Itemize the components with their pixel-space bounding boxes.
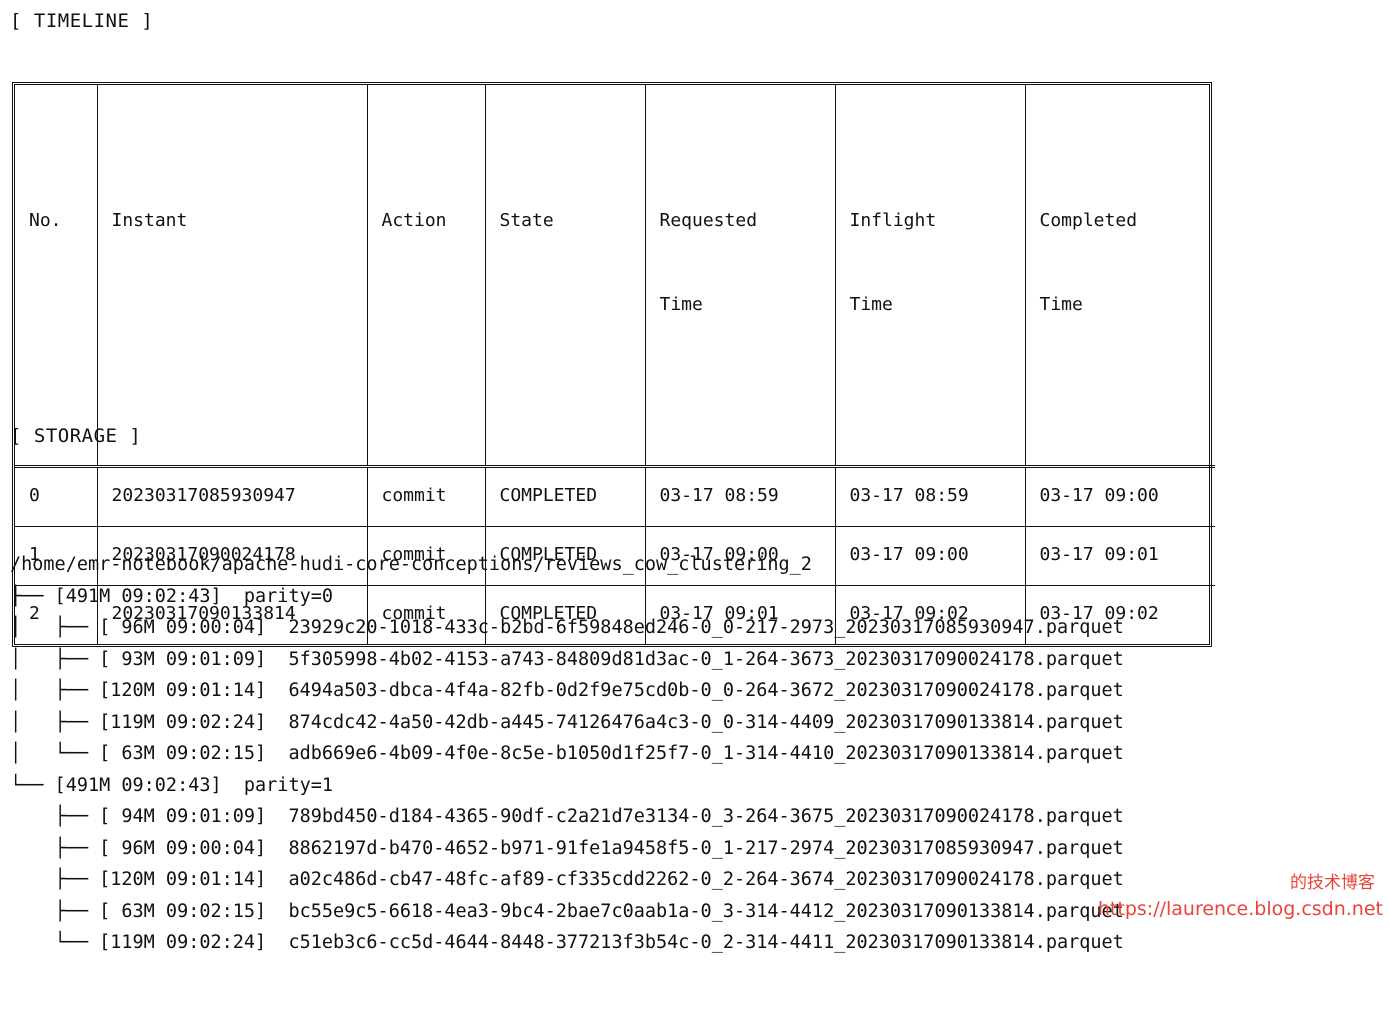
column-header-inflight-line1: Inflight (849, 210, 937, 231)
column-header-action-line1: Action (381, 210, 447, 231)
timeline-section-heading: [ TIMELINE ] (10, 10, 154, 32)
column-header-requested-line2: Time (659, 294, 703, 315)
column-header-action: Action (366, 85, 485, 467)
terminal-output-page: [ TIMELINE ] No. Instant Action State Re… (0, 0, 1389, 953)
watermark-url: https://laurence.blog.csdn.net (1097, 898, 1383, 920)
column-header-no: No. (15, 85, 97, 467)
column-header-inflight-time: Inflight Time (834, 85, 1025, 467)
column-header-inflight-line2: Time (849, 294, 893, 315)
column-header-completed-line2: Time (1039, 294, 1083, 315)
column-header-state: State (484, 85, 645, 467)
watermark-author-text: 的技术博客 (1290, 873, 1375, 893)
column-header-instant: Instant (96, 85, 367, 467)
storage-section-heading: [ STORAGE ] (10, 425, 142, 447)
storage-root-path: /home/emr-notebook/apache-hudi-core-conc… (10, 554, 812, 575)
column-header-instant-line1: Instant (111, 210, 188, 231)
storage-tree-body: ├── [491M 09:02:43] parity=0 │ ├── [ 96M… (10, 585, 1124, 954)
column-header-completed-time: Completed Time (1024, 85, 1215, 467)
column-header-no-line1: No. (29, 210, 62, 231)
timeline-table-head: No. Instant Action State Requested Time … (15, 85, 1215, 467)
storage-file-tree: /home/emr-notebook/apache-hudi-core-conc… (10, 486, 1124, 1022)
watermark: 的技术博客 https://laurence.blog.csdn.net (1097, 873, 1383, 921)
timeline-header-row: No. Instant Action State Requested Time … (15, 85, 1215, 467)
column-header-requested-time: Requested Time (644, 85, 835, 467)
column-header-requested-line1: Requested (659, 210, 758, 231)
column-header-completed-line1: Completed (1039, 210, 1138, 231)
column-header-state-line1: State (499, 210, 554, 231)
